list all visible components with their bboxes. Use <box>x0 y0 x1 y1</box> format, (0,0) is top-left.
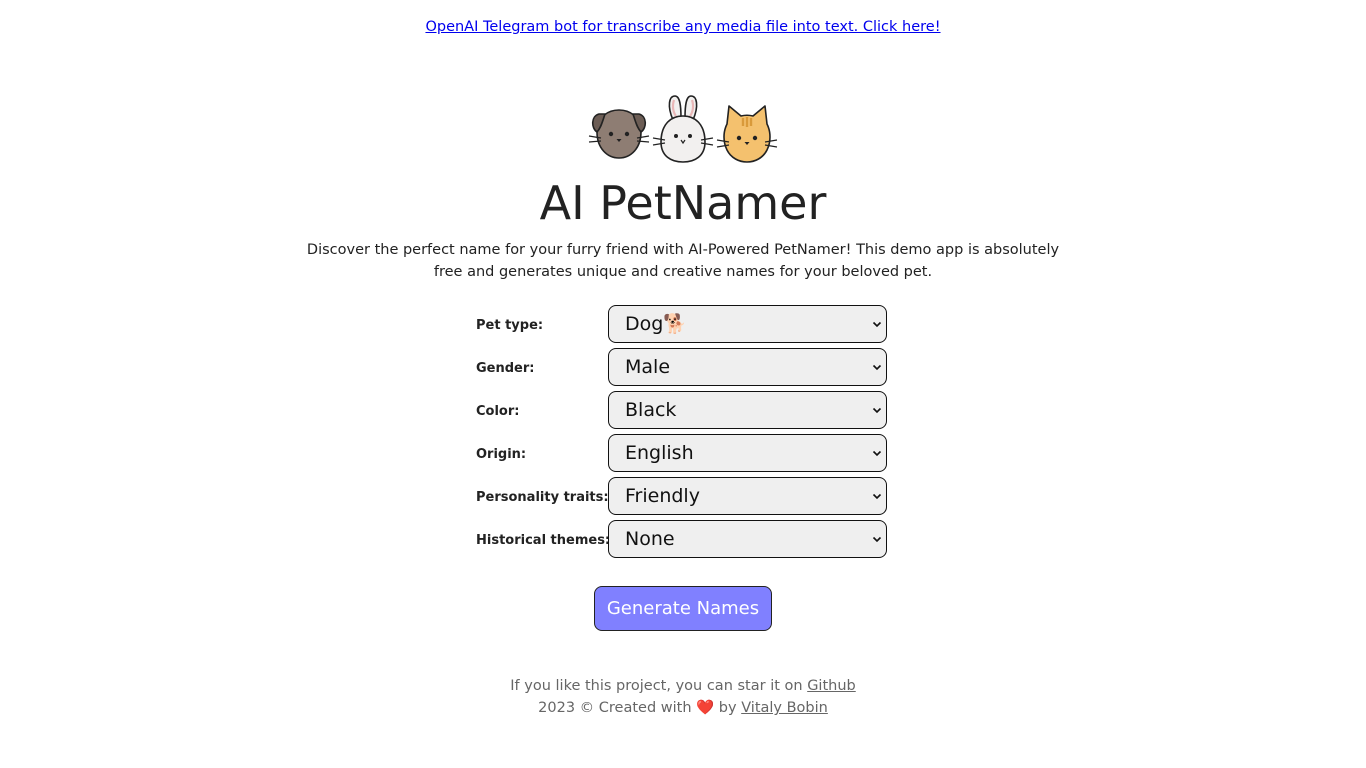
footer-star-text: If you like this project, you can star i… <box>510 678 808 694</box>
historical-row: Historical themes: None <box>476 517 896 560</box>
chevron-down-icon <box>872 364 882 370</box>
gender-label: Gender: <box>476 361 535 376</box>
personality-select[interactable]: Friendly <box>608 476 887 515</box>
pet-type-row: Pet type: Dog🐕 <box>476 302 896 345</box>
origin-row: Origin: English <box>476 431 896 474</box>
footer: If you like this project, you can star i… <box>0 675 1366 719</box>
pet-illustration <box>0 88 1366 164</box>
gender-select[interactable]: Male <box>608 347 887 386</box>
chevron-down-icon <box>872 493 882 499</box>
pet-name-form: Pet type: Dog🐕 Gender: Male Color: Black… <box>476 302 896 560</box>
footer-credit-text: 2023 © Created with ❤️ by <box>538 700 742 716</box>
historical-select[interactable]: None <box>608 519 887 558</box>
author-link[interactable]: Vitaly Bobin <box>741 700 828 716</box>
page: OpenAI Telegram bot for transcribe any m… <box>0 0 1366 768</box>
chevron-down-icon <box>872 407 882 413</box>
origin-select[interactable]: English <box>608 433 887 472</box>
personality-label: Personality traits: <box>476 490 609 505</box>
gender-value: Male <box>625 355 671 378</box>
page-title: AI PetNamer <box>539 176 827 230</box>
footer-credit-line: 2023 © Created with ❤️ by Vitaly Bobin <box>0 697 1366 719</box>
pet-type-value: Dog🐕 <box>625 313 687 335</box>
origin-label: Origin: <box>476 447 527 462</box>
cat-icon <box>716 105 778 163</box>
pet-type-select[interactable]: Dog🐕 <box>608 304 887 343</box>
personality-row: Personality traits: Friendly <box>476 474 896 517</box>
chevron-down-icon <box>872 450 882 456</box>
personality-value: Friendly <box>625 484 700 507</box>
color-value: Black <box>625 398 677 421</box>
historical-value: None <box>625 527 675 550</box>
dog-icon <box>588 109 650 159</box>
rabbit-icon <box>652 95 714 163</box>
app-description: Discover the perfect name for your furry… <box>306 242 1060 280</box>
chevron-down-icon <box>872 536 882 542</box>
promo-banner: OpenAI Telegram bot for transcribe any m… <box>0 17 1366 37</box>
telegram-bot-link[interactable]: OpenAI Telegram bot for transcribe any m… <box>425 19 940 35</box>
origin-value: English <box>625 441 694 464</box>
pet-type-label: Pet type: <box>476 318 544 333</box>
historical-label: Historical themes: <box>476 533 611 548</box>
chevron-down-icon <box>872 321 882 327</box>
color-select[interactable]: Black <box>608 390 887 429</box>
color-label: Color: <box>476 404 520 419</box>
color-row: Color: Black <box>476 388 896 431</box>
github-link[interactable]: Github <box>807 678 856 694</box>
gender-row: Gender: Male <box>476 345 896 388</box>
generate-names-button[interactable]: Generate Names <box>594 586 772 631</box>
footer-star-line: If you like this project, you can star i… <box>0 675 1366 697</box>
